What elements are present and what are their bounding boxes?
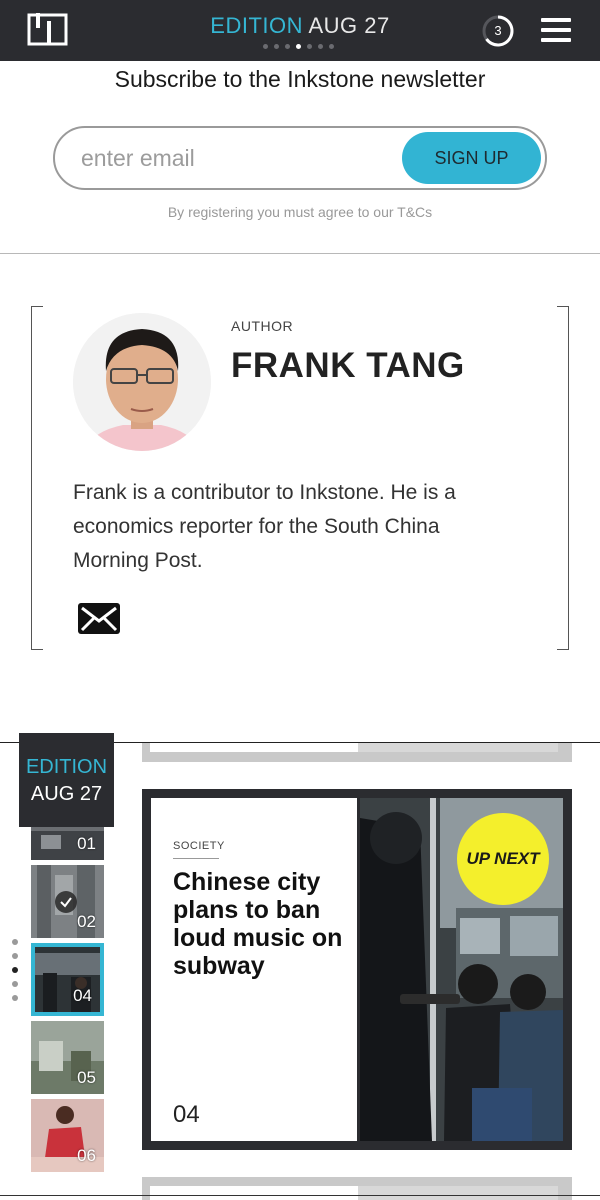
carousel-dot-active[interactable]	[12, 967, 18, 973]
menu-icon[interactable]	[541, 18, 571, 42]
story-title[interactable]: Chinese city plans to ban loud music on …	[173, 868, 353, 980]
terms-text[interactable]: By registering you must agree to our T&C…	[0, 204, 600, 220]
story-thumbnail-06[interactable]: 06	[31, 1099, 104, 1172]
story-category: SOCIETY	[173, 840, 224, 859]
read-check-icon	[55, 891, 77, 913]
thumbnail-number: 02	[77, 912, 96, 931]
card-bracket-right	[557, 306, 569, 650]
top-bar: EDITION AUG 27 3	[0, 0, 600, 61]
card-bracket-left	[31, 306, 43, 650]
edition-label: EDITION	[210, 13, 304, 38]
next-story-card[interactable]	[142, 1177, 572, 1200]
sign-up-button[interactable]: SIGN UP	[402, 132, 541, 184]
page-dot	[318, 44, 323, 49]
newsletter-form: SIGN UP	[53, 126, 547, 190]
reading-count[interactable]: 3	[482, 15, 514, 47]
author-label: AUTHOR	[231, 318, 294, 334]
story-card[interactable]: SOCIETY Chinese city plans to ban loud m…	[142, 789, 572, 1150]
story-thumbnail-04[interactable]: 04	[31, 943, 104, 1016]
story-thumbnail-05[interactable]: 05	[31, 1021, 104, 1094]
edition-badge-date: AUG 27	[30, 783, 103, 805]
story-number: 04	[173, 1101, 200, 1128]
carousel-dot[interactable]	[12, 981, 18, 987]
page-dot	[329, 44, 334, 49]
story-thumbnail-02[interactable]: 02	[31, 865, 104, 938]
edition-badge-label: EDITION	[25, 756, 108, 778]
carousel-dot[interactable]	[12, 995, 18, 1001]
carousel-dots	[12, 939, 18, 1009]
page-dot	[307, 44, 312, 49]
page-dot	[263, 44, 268, 49]
divider	[0, 253, 600, 254]
email-input[interactable]	[81, 140, 381, 176]
author-bio: Frank is a contributor to Inkstone. He i…	[73, 481, 456, 572]
story-card-text: SOCIETY Chinese city plans to ban loud m…	[151, 798, 357, 1141]
carousel-dot[interactable]	[12, 939, 18, 945]
thumbnail-number: 06	[77, 1146, 96, 1165]
author-name: FRANK TANG	[231, 346, 465, 385]
page-dot	[274, 44, 279, 49]
edition-date: AUG 27	[308, 13, 390, 38]
page-dot-active	[296, 44, 301, 49]
carousel-dot[interactable]	[12, 953, 18, 959]
newsletter-title: Subscribe to the Inkstone newsletter	[114, 66, 486, 92]
thumbnail-number: 05	[77, 1068, 96, 1087]
author-avatar	[73, 313, 211, 451]
edition-badge: EDITION AUG 27	[19, 733, 114, 827]
previous-story-card[interactable]	[142, 743, 572, 762]
thumbnail-number: 04	[73, 986, 92, 1005]
page-dots	[263, 44, 334, 49]
thumbnail-number: 01	[77, 834, 96, 853]
bottom-divider	[0, 1195, 600, 1196]
mail-icon[interactable]	[78, 603, 120, 634]
up-next-badge[interactable]: UP NEXT	[457, 813, 549, 905]
page-dot	[285, 44, 290, 49]
